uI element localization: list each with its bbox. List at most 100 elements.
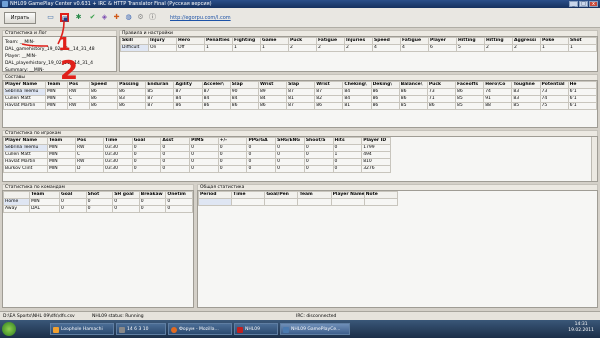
table-cell[interactable]: 03:30 — [103, 165, 133, 173]
table-cell[interactable]: 84 — [342, 95, 372, 103]
col-shg[interactable]: SHG/ENG — [275, 137, 305, 145]
table-cell[interactable]: 0 — [332, 158, 363, 166]
table-cell[interactable]: 86 — [398, 88, 428, 96]
table-cell[interactable]: 1 — [232, 44, 261, 52]
table-row[interactable]: Cullen Matt MIN C 86 83 87 84 84 84 84 81 82 84 86 86 7… — [3, 95, 598, 103]
table-cell[interactable]: 86 — [370, 102, 400, 110]
col-shoot[interactable]: Shoot/S — [303, 137, 334, 145]
table-cell[interactable]: 90 — [229, 88, 259, 96]
table-cell[interactable]: 88 — [483, 102, 513, 110]
col-pos[interactable]: Pos — [75, 137, 104, 145]
table-cell[interactable]: MIN — [29, 198, 60, 206]
col-goal[interactable]: Goal — [131, 137, 162, 145]
table-cell[interactable]: 0 — [189, 151, 219, 159]
table-cell[interactable]: 0 — [303, 144, 334, 152]
table-cell[interactable]: 86 — [398, 95, 428, 103]
clock[interactable]: 14:31 19.02.2011 — [568, 322, 594, 334]
table-cell[interactable]: 82 — [314, 95, 344, 103]
table-row[interactable]: Sebrina Teemu MIN RW 86 86 85 87 87 90 89 87 87 84 86… — [3, 88, 598, 96]
table-cell[interactable]: 0 — [217, 144, 248, 152]
table-cell[interactable]: 84 — [342, 88, 372, 96]
col-speed[interactable]: Speed — [88, 81, 119, 89]
table-cell[interactable]: 71 — [426, 95, 457, 103]
task-firefox[interactable]: Форум - Mozilla... — [168, 323, 232, 335]
col-note[interactable]: Note — [363, 191, 399, 199]
connect-icon[interactable]: ◈ — [100, 13, 109, 22]
table-cell[interactable]: 0 — [246, 165, 277, 173]
table-row[interactable]: Cullen Matt MIN C 03:30 0 0 0 0 0 0 0 1 494 — [3, 151, 391, 159]
table-row[interactable]: Away DAL 0 0 0 0 0 — [3, 205, 193, 213]
table-cell[interactable]: MIN — [47, 151, 76, 159]
table-cell[interactable]: 86 — [229, 102, 259, 110]
table-cell[interactable]: 5 — [456, 44, 485, 52]
col-team[interactable]: Team — [297, 191, 332, 199]
table-cell[interactable]: 3276 — [361, 165, 391, 173]
rules-row[interactable]: Difficult On Off 1 1 1 2 2 2 4 4 6 5 2 2… — [120, 44, 597, 52]
table-cell[interactable]: 0 — [246, 144, 277, 152]
col-agility[interactable]: Agility — [173, 81, 203, 89]
table-cell[interactable]: 0 — [85, 198, 114, 206]
table-cell[interactable] — [197, 198, 233, 206]
table-cell[interactable]: MIN — [45, 88, 68, 96]
play-button[interactable]: Играть — [4, 12, 36, 24]
info-icon[interactable]: ⓘ — [148, 13, 157, 22]
col-plus-minus[interactable]: +/- — [217, 137, 248, 145]
table-row[interactable]: Havlat Martin MIN RW 86 86 87 86 86 86 86 87 86 81 86… — [3, 102, 598, 110]
table-cell[interactable]: 89 — [257, 88, 288, 96]
table-cell[interactable]: 0 — [59, 205, 87, 213]
table-cell[interactable]: 73 — [539, 88, 569, 96]
start-button[interactable] — [2, 322, 16, 336]
table-cell[interactable]: 86 — [370, 88, 400, 96]
tools-icon[interactable]: ✚ — [112, 13, 121, 22]
table-cell[interactable]: D — [75, 165, 104, 173]
table-cell[interactable]: 86 — [88, 88, 119, 96]
col-shot[interactable]: Shot — [85, 191, 114, 199]
task-nhl09[interactable]: NHL09 — [234, 323, 278, 335]
table-cell[interactable]: 0 — [85, 205, 114, 213]
col-time[interactable]: Time — [231, 191, 266, 199]
table-cell[interactable]: 0 — [59, 198, 87, 206]
table-cell[interactable]: 84 — [173, 95, 203, 103]
table-cell[interactable]: 86 — [88, 95, 119, 103]
table-cell[interactable]: 810 — [361, 158, 391, 166]
table-cell[interactable]: 494 — [361, 151, 391, 159]
table-cell[interactable]: MIN — [45, 102, 68, 110]
table-cell[interactable]: 0 — [138, 198, 167, 206]
table-cell[interactable]: 0 — [160, 151, 191, 159]
table-cell[interactable]: 87 — [173, 88, 203, 96]
col-asst[interactable]: Asst — [160, 137, 191, 145]
table-cell[interactable] — [264, 198, 299, 206]
table-row[interactable]: Home MIN 0 0 0 0 0 — [3, 198, 193, 206]
table-cell[interactable]: 1 — [204, 44, 233, 52]
table-cell[interactable]: 85 — [455, 95, 485, 103]
save-icon[interactable]: ▣ — [60, 13, 69, 23]
table-cell[interactable]: RW — [67, 102, 90, 110]
table-cell[interactable]: 0 — [246, 151, 277, 159]
table-cell[interactable]: 6 — [428, 44, 457, 52]
task-counter[interactable]: 14 6 3 10 — [116, 323, 166, 335]
window-titlebar[interactable]: NHL09 GamePlay Center v0.631 + IRC & HTT… — [0, 0, 600, 8]
table-cell[interactable]: 2 — [484, 44, 513, 52]
table-cell[interactable]: 1 — [568, 44, 597, 52]
table-cell[interactable]: 83 — [117, 95, 147, 103]
table-cell[interactable]: 0 — [165, 198, 193, 206]
table-cell[interactable]: 0 — [189, 144, 219, 152]
table-cell[interactable]: MIN — [45, 95, 68, 103]
col-goal[interactable]: Goal — [59, 191, 87, 199]
table-cell[interactable]: 03:30 — [103, 158, 133, 166]
table-cell[interactable]: 0 — [275, 158, 305, 166]
col-toughness[interactable]: Toughne — [511, 81, 541, 89]
col-player-name[interactable]: Player Name — [330, 191, 365, 199]
table-cell[interactable]: DAL — [29, 205, 60, 213]
table-cell[interactable]: 0 — [246, 158, 277, 166]
table-cell[interactable]: Sebrina Teemu — [3, 144, 48, 152]
table-cell[interactable] — [231, 198, 266, 206]
table-cell[interactable]: 86 — [426, 102, 457, 110]
table-cell[interactable]: 87 — [145, 102, 175, 110]
table-cell[interactable]: 73 — [426, 88, 457, 96]
col-period[interactable]: Period — [197, 191, 233, 199]
table-cell[interactable]: 0 — [275, 151, 305, 159]
col-pims[interactable]: PIMS — [189, 137, 219, 145]
table-cell[interactable]: 84 — [229, 95, 259, 103]
maximize-button[interactable]: □ — [579, 1, 588, 7]
